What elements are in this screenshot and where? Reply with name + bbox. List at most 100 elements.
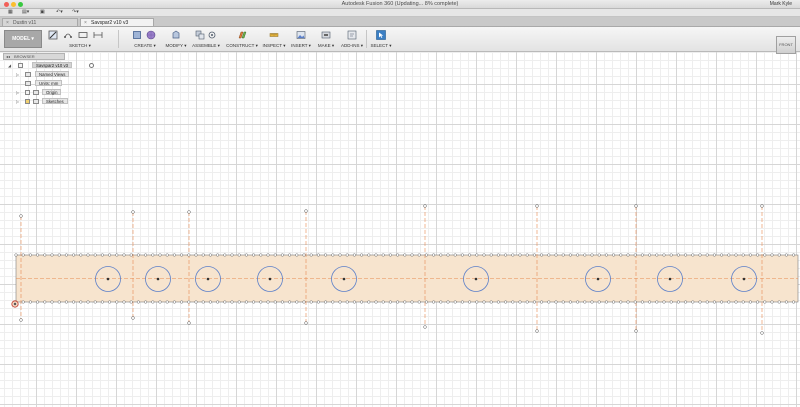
sketch-point[interactable] [446,253,450,257]
sketch-point[interactable] [57,300,61,304]
sketch-point[interactable] [684,253,688,257]
sketch-point[interactable] [568,253,572,257]
sketch-point[interactable] [216,253,220,257]
hole-center-point[interactable] [342,277,346,281]
sketch-point[interactable] [131,316,135,320]
hole-center-point[interactable] [474,277,478,281]
sketch-point[interactable] [655,253,659,257]
sketch-point[interactable] [410,300,414,304]
sketch-point[interactable] [540,253,544,257]
sketch-point[interactable] [396,300,400,304]
sketch-point[interactable] [280,300,284,304]
sketch-point[interactable] [108,253,112,257]
sketch-point[interactable] [676,253,680,257]
sketch-point[interactable] [266,300,270,304]
sketch-point[interactable] [532,253,536,257]
sketch-point[interactable] [252,253,256,257]
sketch-point[interactable] [554,300,558,304]
sketch-point[interactable] [741,300,745,304]
sketch-point[interactable] [180,300,184,304]
sketch-point[interactable] [194,300,198,304]
sketch-point[interactable] [50,253,54,257]
sketch-point[interactable] [784,253,788,257]
sketch-point[interactable] [698,300,702,304]
sketch-point[interactable] [208,253,212,257]
sketch-point[interactable] [43,300,47,304]
sketch-point[interactable] [19,318,23,322]
sketch-point[interactable] [777,253,781,257]
sketch-point[interactable] [705,300,709,304]
sketch-point[interactable] [727,300,731,304]
sketch-point[interactable] [259,300,263,304]
sketch-point[interactable] [669,300,673,304]
sketch-point[interactable] [129,300,133,304]
sketch-point[interactable] [302,300,306,304]
sketch-point[interactable] [388,300,392,304]
sketch-point[interactable] [288,300,292,304]
sketch-point[interactable] [482,253,486,257]
sketch-point[interactable] [760,331,764,335]
sketch-point[interactable] [367,253,371,257]
sketch-point[interactable] [604,300,608,304]
sketch-point[interactable] [201,300,205,304]
sketch-point[interactable] [634,204,638,208]
sketch-point[interactable] [36,300,40,304]
sketch-point[interactable] [518,300,522,304]
sketch-point[interactable] [583,253,587,257]
sketch-point[interactable] [511,300,515,304]
expand-arrow-icon[interactable]: ▷ [16,98,22,105]
view-cube[interactable]: FRONT [776,36,796,54]
sketch-point[interactable] [633,300,637,304]
sketch-point[interactable] [129,253,133,257]
sketch-point[interactable] [446,300,450,304]
sketch-point[interactable] [496,300,500,304]
sketch-point[interactable] [136,253,140,257]
sketch-point[interactable] [597,253,601,257]
sketch-point[interactable] [131,210,135,214]
sketch-point[interactable] [280,253,284,257]
sketch-point[interactable] [712,253,716,257]
browser-node-origin[interactable]: ▷ Origin [16,89,96,96]
sketch-point[interactable] [273,253,277,257]
sketch-point[interactable] [86,253,90,257]
sketch-point[interactable] [165,300,169,304]
sketch-point[interactable] [612,300,616,304]
sketch-point[interactable] [309,300,313,304]
sketch-point[interactable] [439,253,443,257]
sketch-point[interactable] [460,300,464,304]
sketch-point[interactable] [158,253,162,257]
sketch-point[interactable] [244,253,248,257]
sketch-point[interactable] [79,300,83,304]
sketch-point[interactable] [482,300,486,304]
sketch-point[interactable] [633,253,637,257]
sketch-point[interactable] [489,300,493,304]
sketch-point[interactable] [720,300,724,304]
sketch-point[interactable] [612,253,616,257]
sketch-point[interactable] [655,300,659,304]
sketch-point[interactable] [288,253,292,257]
expand-arrow-icon[interactable]: ◢ [8,62,14,69]
sketch-point[interactable] [208,300,212,304]
sketch-point[interactable] [720,253,724,257]
sketch-point[interactable] [475,253,479,257]
sketch-point[interactable] [669,253,673,257]
sketch-point[interactable] [648,253,652,257]
sketch-point[interactable] [424,300,428,304]
sketch-point[interactable] [453,253,457,257]
sketch-point[interactable] [640,253,644,257]
sketch-point[interactable] [634,329,638,333]
browser-node-named-views[interactable]: ▷ Named Views [16,71,96,78]
sketch-point[interactable] [324,300,328,304]
sketch-point[interactable] [698,253,702,257]
sketch-point[interactable] [583,300,587,304]
sketch-point[interactable] [115,253,119,257]
sketch-point[interactable] [381,253,385,257]
sketch-point[interactable] [108,300,112,304]
sketch-point[interactable] [367,300,371,304]
sketch-point[interactable] [331,300,335,304]
sketch-point[interactable] [640,300,644,304]
sketch-point[interactable] [331,253,335,257]
sketch-point[interactable] [187,253,191,257]
sketch-point[interactable] [705,253,709,257]
sketch-point[interactable] [158,300,162,304]
